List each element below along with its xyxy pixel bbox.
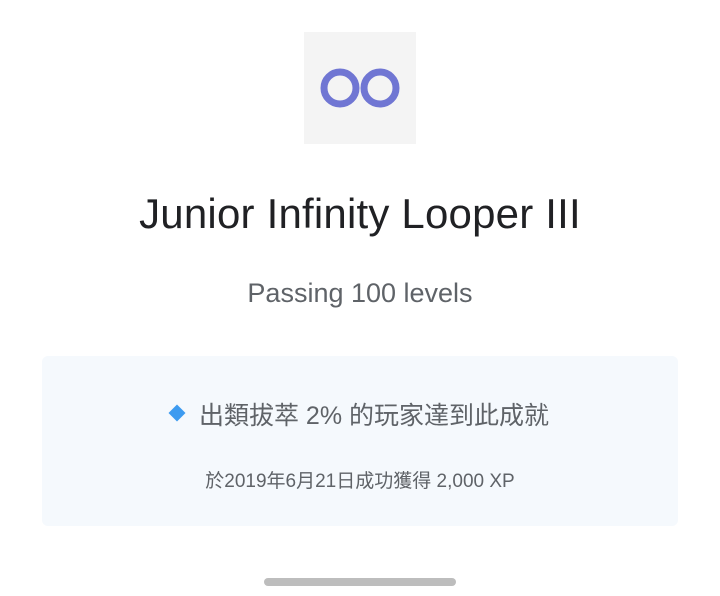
gesture-home-bar[interactable] (264, 578, 456, 586)
achievement-stats-card: 出類拔萃 2% 的玩家達到此成就 於2019年6月21日成功獲得 2,000 X… (42, 356, 678, 526)
rarity-text: 出類拔萃 2% 的玩家達到此成就 (198, 402, 550, 430)
achievement-badge (304, 32, 416, 144)
infinity-icon (320, 68, 400, 108)
achievement-title: Junior Infinity Looper III (139, 190, 581, 237)
rarity-row: 出類拔萃 2% 的玩家達到此成就 (42, 396, 678, 432)
achievement-description: Passing 100 levels (247, 278, 473, 308)
diamond-icon (168, 404, 186, 422)
earned-text: 於2019年6月21日成功獲得 2,000 XP (205, 471, 515, 492)
